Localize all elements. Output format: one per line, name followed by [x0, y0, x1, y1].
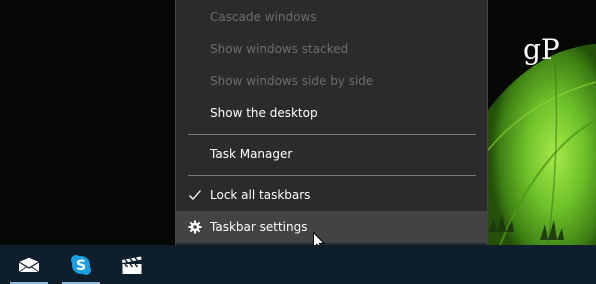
gear-icon — [187, 211, 203, 243]
menu-item-label: Show windows side by side — [210, 74, 374, 88]
menu-item-show-the-desktop[interactable]: Show the desktop — [176, 97, 487, 129]
menu-item-cascade-windows[interactable]: Cascade windows — [176, 1, 487, 33]
menu-item-label: Task Manager — [210, 147, 293, 161]
mail-icon — [18, 257, 40, 272]
menu-item-label: Lock all taskbars — [210, 188, 311, 202]
menu-item-lock-all-taskbars[interactable]: Lock all taskbars — [176, 179, 487, 211]
taskbar-app-movies[interactable] — [109, 245, 155, 284]
menu-item-label: Cascade windows — [210, 10, 317, 24]
menu-item-label: Show windows stacked — [210, 42, 349, 56]
menu-item-label: Show the desktop — [210, 106, 318, 120]
menu-item-label: Taskbar settings — [210, 220, 308, 234]
menu-item-task-manager[interactable]: Task Manager — [176, 138, 487, 170]
clapperboard-icon — [122, 256, 142, 274]
taskbar-app-skype[interactable]: S — [58, 245, 104, 284]
taskbar: S — [0, 245, 596, 284]
skype-icon: S — [71, 254, 91, 275]
menu-separator — [188, 175, 476, 176]
taskbar-context-menu: Cascade windows Show windows stacked Sho… — [175, 0, 488, 253]
menu-item-taskbar-settings[interactable]: Taskbar settings — [176, 211, 487, 243]
menu-item-show-windows-stacked[interactable]: Show windows stacked — [176, 33, 487, 65]
taskbar-app-mail[interactable] — [6, 245, 52, 284]
menu-separator — [188, 134, 476, 135]
gp-watermark-logo: gP — [523, 33, 560, 66]
menu-item-show-windows-side-by-side[interactable]: Show windows side by side — [176, 65, 487, 97]
checkmark-icon — [187, 179, 203, 211]
svg-text:S: S — [76, 258, 86, 274]
